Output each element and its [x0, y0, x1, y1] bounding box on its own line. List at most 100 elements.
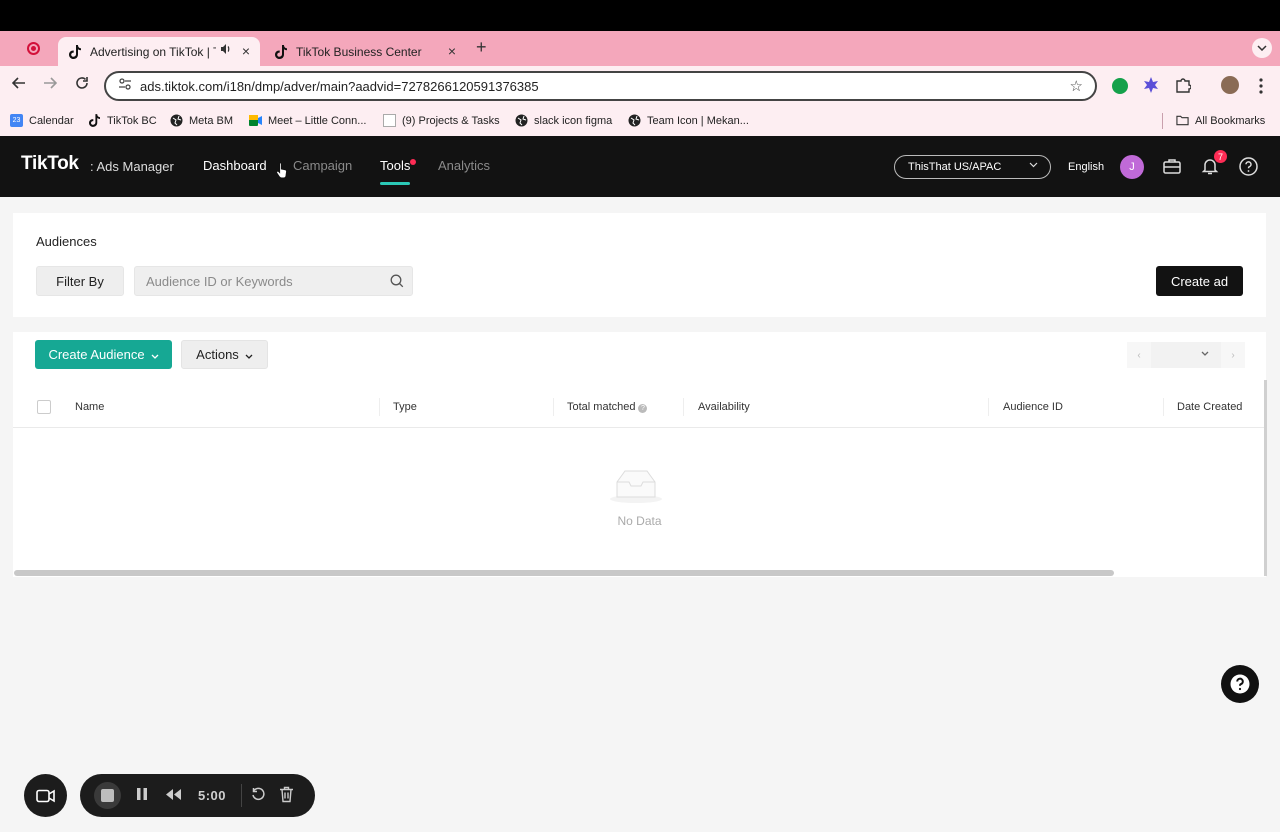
column-divider [379, 398, 380, 416]
tab-close-icon[interactable]: × [242, 43, 250, 59]
column-divider [553, 398, 554, 416]
actions-button[interactable]: Actions [181, 340, 268, 369]
question-icon [1230, 674, 1250, 694]
info-icon[interactable]: ? [638, 404, 648, 413]
create-ad-button[interactable]: Create ad [1156, 266, 1243, 296]
recording-divider [241, 784, 242, 807]
page-title: Audiences [36, 234, 97, 249]
bookmark-team-icon[interactable]: Team Icon | Mekan... [628, 114, 749, 127]
browser-menu-icon[interactable] [1259, 78, 1263, 94]
stop-recording-button[interactable] [94, 782, 121, 809]
column-audience-id[interactable]: Audience ID [1003, 401, 1063, 413]
tab-advertising-on-tiktok[interactable]: Advertising on TikTok | Tik × [58, 37, 260, 66]
video-camera-icon [35, 789, 55, 802]
column-total-matched[interactable]: Total matched? [567, 401, 648, 413]
column-date-created[interactable]: Date Created [1177, 401, 1242, 413]
pagination: ‹ › [1127, 342, 1245, 368]
bookmark-meet[interactable]: Meet – Little Conn... [249, 114, 366, 127]
camera-toggle-button[interactable] [24, 774, 67, 817]
tab-close-icon[interactable]: × [448, 43, 456, 59]
help-circle-icon[interactable] [1238, 156, 1258, 176]
extension-sparkle-icon[interactable] [1143, 77, 1159, 93]
speaker-icon[interactable] [220, 43, 232, 58]
next-page-button[interactable]: › [1221, 342, 1245, 368]
vertical-scrollbar[interactable] [1264, 380, 1267, 576]
select-all-checkbox[interactable] [37, 400, 51, 414]
tab-title: TikTok Business Center [296, 44, 422, 59]
tab-tiktok-business-center[interactable]: TikTok Business Center × [264, 37, 466, 66]
reload-icon[interactable] [72, 76, 92, 95]
address-bar[interactable]: ads.tiktok.com/i18n/dmp/adver/main?aadvi… [104, 71, 1097, 101]
nav-analytics[interactable]: Analytics [438, 158, 490, 173]
forward-arrow-icon[interactable] [40, 76, 60, 95]
trash-icon[interactable] [279, 786, 294, 808]
bookmark-calendar[interactable]: 23 Calendar [10, 114, 74, 127]
column-divider [1163, 398, 1164, 416]
help-floating-button[interactable] [1221, 665, 1259, 703]
account-selector[interactable]: ThisThat US/APAC [894, 155, 1051, 179]
globe-icon [170, 114, 183, 127]
nav-dashboard[interactable]: Dashboard [203, 158, 267, 173]
briefcase-icon[interactable] [1162, 156, 1182, 176]
bookmark-label: TikTok BC [107, 114, 157, 127]
table-header: Name Type Total matched? Availability Au… [13, 386, 1266, 428]
new-tab-button[interactable]: + [476, 37, 487, 58]
url-text: ads.tiktok.com/i18n/dmp/adver/main?aadvi… [140, 78, 539, 94]
notification-count-badge: 7 [1214, 150, 1227, 163]
column-availability[interactable]: Availability [698, 401, 750, 413]
grammarly-icon[interactable] [1112, 78, 1128, 94]
tiktok-logo[interactable]: TikTok [21, 153, 79, 175]
rewind-icon[interactable] [165, 788, 182, 806]
mouse-cursor-icon [276, 161, 288, 184]
language-selector[interactable]: English [1068, 161, 1104, 173]
audience-table-card: Create Audience Actions ‹ › Name Type To… [13, 332, 1266, 577]
tiktok-ads-header: TikTok : Ads Manager Dashboard Campaign … [0, 136, 1280, 197]
globe-icon [628, 114, 641, 127]
tiktok-icon [68, 44, 82, 59]
nav-campaign[interactable]: Campaign [293, 158, 352, 173]
column-type[interactable]: Type [393, 401, 417, 413]
meet-icon [249, 114, 262, 127]
tab-search-dropdown-icon[interactable] [1252, 38, 1272, 58]
bookmark-label: Team Icon | Mekan... [647, 114, 749, 127]
user-avatar[interactable]: J [1120, 155, 1144, 179]
nav-tools[interactable]: Tools [380, 158, 411, 185]
site-settings-icon[interactable] [118, 77, 132, 95]
bookmark-meta-bm[interactable]: Meta BM [170, 114, 233, 127]
chevron-down-icon [245, 347, 253, 362]
horizontal-scrollbar[interactable] [14, 570, 1114, 576]
page-size-select[interactable] [1151, 342, 1221, 368]
back-arrow-icon[interactable] [9, 76, 29, 95]
bookmark-projects-tasks[interactable]: (9) Projects & Tasks [383, 114, 500, 127]
ads-manager-label: : Ads Manager [90, 159, 174, 174]
chevron-down-icon [151, 347, 159, 362]
extensions-puzzle-icon[interactable] [1175, 77, 1192, 93]
folder-icon [1176, 114, 1189, 127]
pause-icon[interactable] [136, 787, 148, 806]
all-bookmarks-label: All Bookmarks [1195, 114, 1266, 127]
bookmark-star-icon[interactable]: ☆ [1070, 77, 1083, 95]
calendar-icon: 23 [10, 114, 23, 127]
profile-avatar[interactable] [1221, 76, 1239, 94]
bookmarks-divider [1162, 113, 1163, 129]
create-audience-button[interactable]: Create Audience [35, 340, 172, 369]
search-input[interactable] [135, 267, 380, 295]
bookmark-slack-icon-figma[interactable]: slack icon figma [515, 114, 612, 127]
top-black-band [0, 0, 1280, 31]
bookmark-label: (9) Projects & Tasks [402, 114, 500, 127]
column-label: Total matched [567, 401, 636, 413]
empty-state-text: No Data [617, 514, 662, 528]
column-divider [683, 398, 684, 416]
filter-by-button[interactable]: Filter By [36, 266, 124, 296]
browser-toolbar: ads.tiktok.com/i18n/dmp/adver/main?aadvi… [0, 66, 1280, 106]
restart-icon[interactable] [251, 787, 266, 807]
column-name[interactable]: Name [75, 401, 104, 413]
prev-page-button[interactable]: ‹ [1127, 342, 1151, 368]
empty-inbox-icon [609, 468, 663, 509]
doc-icon [383, 114, 396, 127]
bookmark-label: Calendar [29, 114, 74, 127]
audience-search[interactable] [134, 266, 413, 296]
bookmark-tiktok-bc[interactable]: TikTok BC [88, 114, 157, 127]
all-bookmarks-button[interactable]: All Bookmarks [1176, 114, 1265, 127]
search-icon[interactable] [390, 274, 404, 293]
